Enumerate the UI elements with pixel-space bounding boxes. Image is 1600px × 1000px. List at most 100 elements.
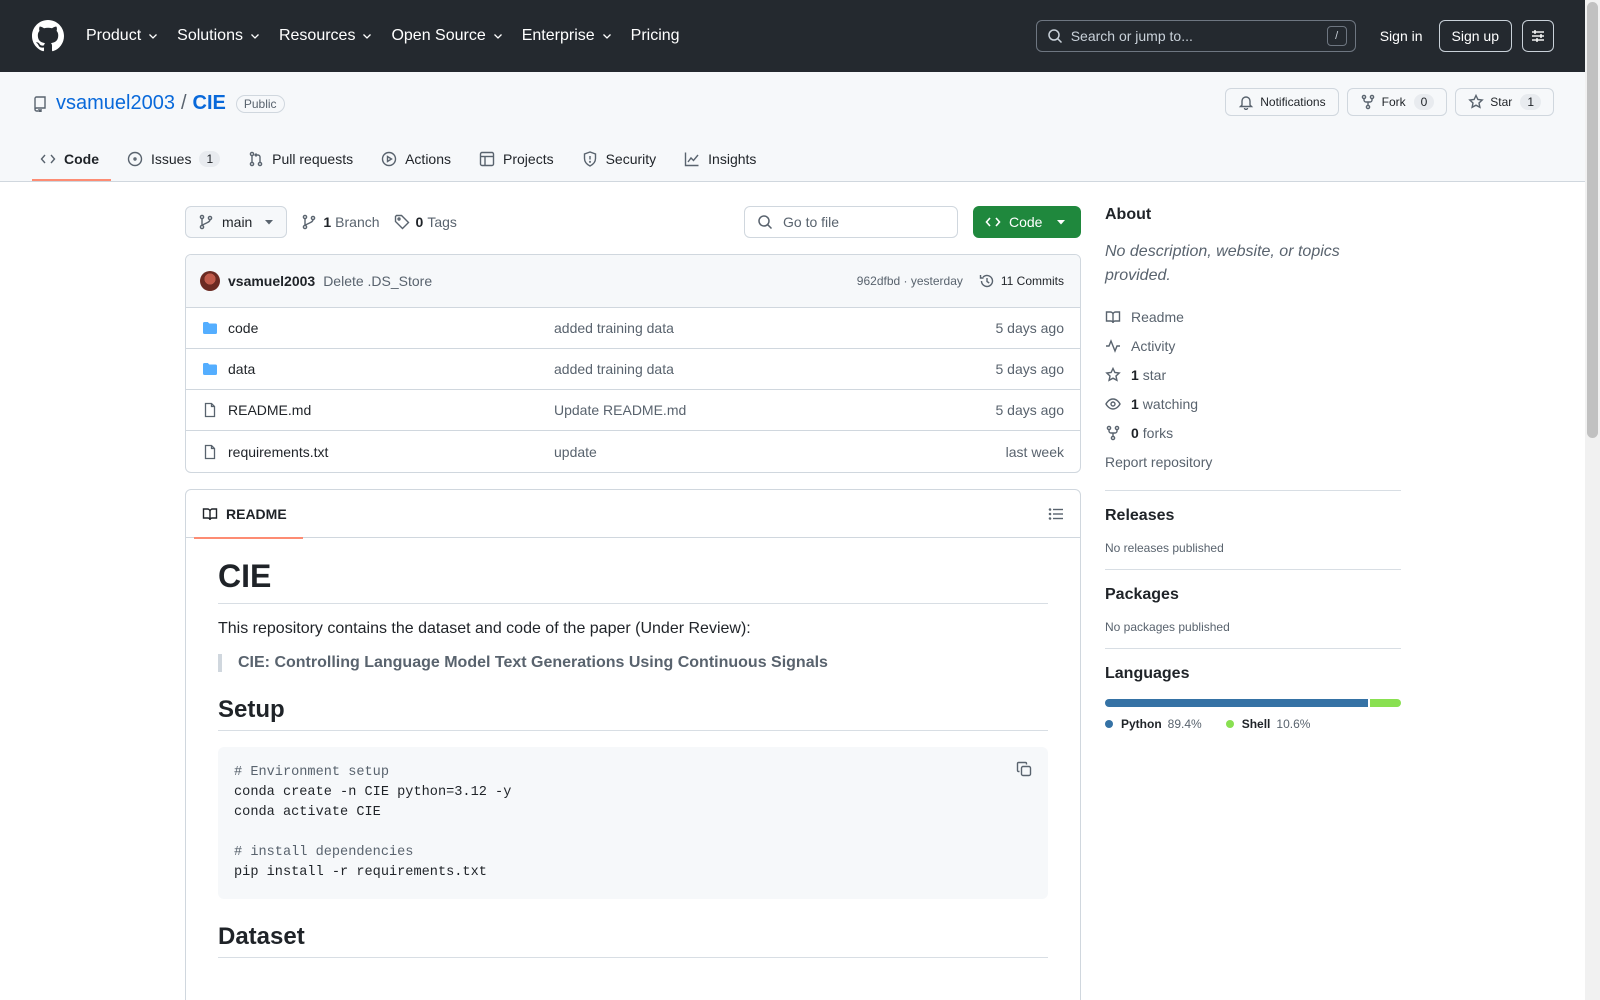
tab-label: Pull requests — [272, 151, 354, 167]
file-row[interactable]: requirements.txt update last week — [186, 431, 1080, 472]
activity-link[interactable]: Activity — [1105, 331, 1401, 360]
git-branch-icon — [199, 214, 213, 230]
language-item-python[interactable]: Python 89.4% — [1105, 717, 1202, 731]
star-label: Star — [1490, 95, 1513, 109]
nav-pricing[interactable]: Pricing — [631, 27, 680, 45]
scrollbar-thumb[interactable] — [1587, 2, 1598, 438]
tab-actions[interactable]: Actions — [373, 151, 463, 181]
sign-up-button[interactable]: Sign up — [1438, 20, 1512, 52]
tag-label: Tags — [427, 214, 457, 230]
file-name[interactable]: README.md — [228, 402, 554, 418]
readme-tab[interactable]: README — [194, 490, 303, 539]
tab-projects[interactable]: Projects — [471, 151, 566, 181]
commits-link[interactable]: 11 Commits — [979, 273, 1064, 289]
branch-selector-button[interactable]: main — [185, 206, 288, 238]
sign-in-link[interactable]: Sign in — [1380, 28, 1423, 44]
file-table: vsamuel2003 Delete .DS_Store 962dfbd · y… — [185, 254, 1081, 473]
tab-issues[interactable]: Issues 1 — [119, 151, 232, 181]
file-commit-message[interactable]: update — [554, 444, 1006, 460]
tab-security[interactable]: Security — [574, 151, 669, 181]
readme-quote: CIE: Controlling Language Model Text Gen… — [218, 654, 1048, 672]
commit-message[interactable]: Delete .DS_Store — [323, 273, 857, 289]
branches-link[interactable]: 1 Branch — [301, 214, 380, 230]
nav-solutions[interactable]: Solutions — [177, 27, 261, 45]
file-name[interactable]: code — [228, 320, 554, 336]
tab-insights[interactable]: Insights — [676, 151, 768, 181]
tab-label: Insights — [708, 151, 757, 167]
language-bar — [1105, 699, 1401, 707]
nav-resources[interactable]: Resources — [279, 27, 373, 45]
watching-link[interactable]: 1 watching — [1105, 389, 1401, 418]
notifications-button[interactable]: Notifications — [1225, 88, 1339, 116]
fork-button[interactable]: Fork 0 — [1346, 88, 1448, 116]
copy-icon[interactable] — [1016, 761, 1032, 777]
language-item-shell[interactable]: Shell 10.6% — [1225, 717, 1310, 731]
file-icon — [204, 402, 216, 418]
page-scrollbar[interactable] — [1585, 0, 1600, 1000]
github-logo-icon[interactable] — [32, 20, 64, 52]
list-unordered-icon[interactable] — [1048, 506, 1064, 522]
chevron-down-icon — [251, 34, 259, 39]
go-to-file-input[interactable]: Go to file — [744, 206, 958, 238]
forks-link[interactable]: 0 forks — [1105, 418, 1401, 447]
file-name[interactable]: requirements.txt — [228, 444, 554, 460]
star-button[interactable]: Star 1 — [1455, 88, 1554, 116]
global-header: Product Solutions Resources Open Source Ente… — [0, 0, 1600, 72]
repository-main: main 1 Branch 0 Tags Go to file Code vsa… — [185, 206, 1081, 1000]
file-commit-message[interactable]: added training data — [554, 320, 996, 336]
tab-counter: 1 — [199, 151, 221, 167]
nav-label: Open Source — [391, 27, 486, 44]
code-dropdown-button[interactable]: Code — [973, 206, 1081, 238]
commit-author[interactable]: vsamuel2003 — [228, 273, 315, 289]
chevron-down-icon — [602, 34, 611, 39]
caret-down-icon — [265, 220, 274, 225]
nav-open-source[interactable]: Open Source — [391, 27, 503, 45]
readme-intro: This repository contains the dataset and… — [218, 620, 751, 637]
stars-link[interactable]: 1 star — [1105, 360, 1401, 389]
repository-sidebar: About No description, website, or topics… — [1105, 206, 1401, 731]
file-row[interactable]: code added training data 5 days ago — [186, 308, 1080, 349]
file-row[interactable]: data added training data 5 days ago — [186, 349, 1080, 390]
watching-count: 1 — [1131, 395, 1139, 412]
repo-owner-link[interactable]: vsamuel2003 — [56, 92, 175, 115]
nav-enterprise[interactable]: Enterprise — [522, 27, 613, 45]
tab-code[interactable]: Code — [32, 151, 111, 181]
repository-header: vsamuel2003 / CIE Public Notifications F… — [0, 72, 1600, 182]
nav-product[interactable]: Product — [86, 27, 159, 45]
site-menu-button[interactable] — [1522, 20, 1554, 52]
repo-name-link[interactable]: CIE — [193, 92, 226, 115]
file-commit-message[interactable]: Update README.md — [554, 402, 996, 418]
issue-icon — [127, 151, 143, 167]
global-search-input[interactable]: Search or jump to... / — [1035, 20, 1356, 52]
languages-heading: Languages — [1105, 665, 1190, 682]
watching-label: watching — [1142, 395, 1199, 412]
current-branch: main — [222, 214, 253, 230]
author-avatar[interactable] — [200, 271, 220, 291]
branch-label: Branch — [335, 214, 380, 230]
file-name[interactable]: data — [228, 361, 554, 377]
chevron-down-icon — [363, 34, 372, 39]
tab-label: Security — [605, 151, 657, 167]
search-shortcut-key: / — [1326, 26, 1347, 46]
readme-heading-setup: Setup — [218, 696, 1048, 731]
visibility-badge: Public — [235, 94, 285, 113]
sidebar-divider — [1105, 648, 1401, 649]
tags-link[interactable]: 0 Tags — [394, 214, 457, 230]
language-percent: 89.4% — [1167, 717, 1202, 731]
latest-commit-row: vsamuel2003 Delete .DS_Store 962dfbd · y… — [186, 255, 1080, 308]
search-icon — [758, 215, 773, 230]
tab-pull-requests[interactable]: Pull requests — [240, 151, 365, 181]
releases-empty-text: No releases published — [1105, 541, 1224, 555]
repo-icon — [34, 95, 46, 112]
forks-label: forks — [1142, 424, 1174, 441]
file-row[interactable]: README.md Update README.md 5 days ago — [186, 390, 1080, 431]
packages-heading[interactable]: Packages — [1105, 586, 1401, 604]
activity-link-label: Activity — [1131, 337, 1176, 354]
releases-heading[interactable]: Releases — [1105, 507, 1401, 525]
language-name: Shell — [1241, 717, 1271, 731]
readme-link[interactable]: Readme — [1105, 302, 1401, 331]
commit-sha-time[interactable]: 962dfbd · yesterday — [857, 274, 963, 288]
stars-count: 1 — [1131, 366, 1139, 383]
file-commit-message[interactable]: added training data — [554, 361, 996, 377]
report-repository-link[interactable]: Report repository — [1105, 447, 1401, 476]
